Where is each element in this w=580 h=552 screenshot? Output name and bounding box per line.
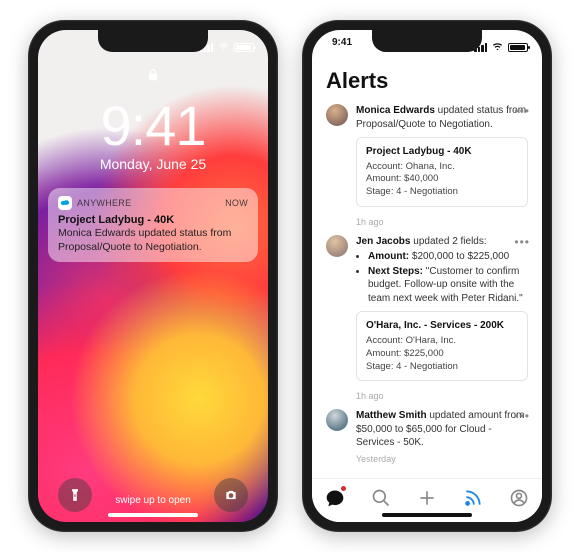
page-title: Alerts xyxy=(326,68,528,94)
card-title: Project Ladybug - 40K xyxy=(366,145,518,159)
lock-icon xyxy=(146,66,160,84)
record-card[interactable]: Project Ladybug - 40K Account: Ohana, In… xyxy=(356,137,528,207)
battery-icon xyxy=(234,43,254,52)
lock-clock-time: 9:41 xyxy=(38,93,268,158)
notch xyxy=(98,30,208,52)
tab-chat[interactable] xyxy=(320,483,350,513)
notification-app-icon xyxy=(58,196,72,210)
profile-icon xyxy=(509,488,529,508)
alert-author: Jen Jacobs xyxy=(356,236,410,247)
search-icon xyxy=(371,488,391,508)
alert-author: Monica Edwards xyxy=(356,105,435,116)
alert-item[interactable]: Jen Jacobs updated 2 fields: Amount: $20… xyxy=(326,235,528,385)
alert-author: Matthew Smith xyxy=(356,410,427,421)
notification-dot xyxy=(341,486,346,491)
alert-item[interactable]: Monica Edwards updated status from Propo… xyxy=(326,104,528,211)
tab-add[interactable] xyxy=(412,483,442,513)
camera-icon xyxy=(224,488,238,502)
tab-search[interactable] xyxy=(366,483,396,513)
alert-timestamp: 1h ago xyxy=(356,217,528,227)
more-button[interactable]: ••• xyxy=(514,104,530,118)
more-button[interactable]: ••• xyxy=(514,409,530,423)
avatar xyxy=(326,235,348,257)
flashlight-button[interactable] xyxy=(58,478,92,512)
camera-button[interactable] xyxy=(214,478,248,512)
statusbar-time: 9:41 xyxy=(332,37,352,48)
flashlight-icon xyxy=(68,488,82,502)
card-title: O'Hara, Inc. - Services - 200K xyxy=(366,319,518,333)
lock-clock-date: Monday, June 25 xyxy=(38,156,268,172)
plus-icon xyxy=(417,488,437,508)
alert-timestamp: Yesterday xyxy=(356,453,528,465)
lock-notification[interactable]: ANYWHERE now Project Ladybug - 40K Monic… xyxy=(48,188,258,262)
more-button[interactable]: ••• xyxy=(514,235,530,249)
avatar xyxy=(326,409,348,431)
phone-alerts: 9:41 Alerts Monica Edwards updated statu… xyxy=(302,20,552,532)
battery-icon xyxy=(508,43,528,52)
notch xyxy=(372,30,482,52)
wifi-icon xyxy=(217,42,230,52)
chat-icon xyxy=(325,488,345,508)
wifi-icon xyxy=(491,42,504,52)
notification-time: now xyxy=(225,198,248,208)
alert-summary: updated 2 fields: xyxy=(410,236,486,247)
notification-app-name: ANYWHERE xyxy=(77,198,131,208)
alert-bullets: Amount: $200,000 to $225,000 Next Steps:… xyxy=(358,250,528,305)
record-card[interactable]: O'Hara, Inc. - Services - 200K Account: … xyxy=(356,311,528,381)
alert-timestamp: 1h ago xyxy=(356,391,528,401)
avatar xyxy=(326,104,348,126)
tab-profile[interactable] xyxy=(504,483,534,513)
feed-icon xyxy=(463,488,483,508)
alert-item[interactable]: Matthew Smith updated amount from $50,00… xyxy=(326,409,528,465)
home-indicator[interactable] xyxy=(382,513,472,517)
phone-lockscreen: 9:41 Monday, June 25 ANYWHERE now Projec… xyxy=(28,20,278,532)
tab-feed[interactable] xyxy=(458,483,488,513)
notification-title: Project Ladybug - 40K xyxy=(58,214,248,226)
notification-body: Monica Edwards updated status from Propo… xyxy=(58,227,248,254)
